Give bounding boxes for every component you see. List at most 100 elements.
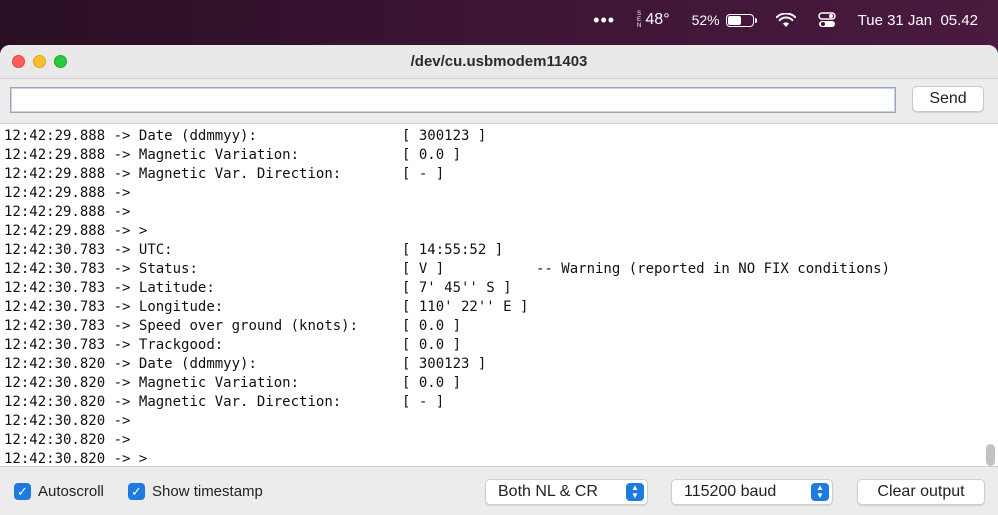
line-arrow: -> [113,204,131,220]
line-timestamp: 12:42:29.888 [4,147,106,163]
line-ending-select[interactable]: Both NL & CR ▲ ▼ [485,479,648,505]
output-line: 12:42:30.820 -> Magnetic Var. Direction:… [4,393,998,412]
line-label: Magnetic Variation: [138,375,300,391]
weather-widget[interactable]: S E N 48° [637,11,670,29]
line-timestamp: 12:42:30.783 [4,280,106,296]
line-note: -- Warning (reported in NO FIX condition… [536,261,891,277]
output-line: 12:42:30.820 -> Magnetic Variation: [ 0.0… [4,374,998,393]
message-input-wrapper [10,87,896,113]
output-line: 12:42:29.888 -> > [4,222,998,241]
serial-monitor-window: /dev/cu.usbmodem11403 Send 12:42:29.888 … [0,45,998,515]
battery-status[interactable]: 52% [692,12,757,28]
output-line: 12:42:29.888 -> [4,203,998,222]
line-timestamp: 12:42:29.888 [4,128,106,144]
line-arrow: -> [113,242,131,258]
line-arrow: -> [113,432,131,448]
output-line: 12:42:29.888 -> Magnetic Var. Direction:… [4,165,998,184]
line-arrow: -> [113,337,131,353]
output-line: 12:42:29.888 -> Magnetic Variation: [ 0.0… [4,146,998,165]
temperature: 48° [645,11,670,28]
output-line: 12:42:29.888 -> [4,184,998,203]
line-arrow: -> [113,128,131,144]
line-label: > [138,451,148,467]
line-timestamp: 12:42:29.888 [4,185,106,201]
line-timestamp: 12:42:30.820 [4,375,106,391]
show-timestamp-label: Show timestamp [152,483,263,500]
line-label: > [138,223,148,239]
line-arrow: -> [113,261,131,277]
line-value: [ 0.0 ] [402,147,462,163]
line-timestamp: 12:42:30.820 [4,394,106,410]
line-label: Date (ddmmyy): [138,356,257,372]
line-value: [ V ] [402,261,445,277]
line-arrow: -> [113,147,131,163]
wifi-icon[interactable] [775,12,796,28]
line-arrow: -> [113,166,131,182]
line-label: Trackgood: [138,337,224,353]
line-value: [ 7' 45'' S ] [402,280,512,296]
line-timestamp: 12:42:29.888 [4,223,106,239]
chevron-up-down-icon: ▲ ▼ [626,483,644,501]
autoscroll-checkbox[interactable]: ✓ Autoscroll [14,483,104,500]
line-arrow: -> [113,318,131,334]
ellipsis-icon[interactable]: ••• [593,10,615,31]
line-timestamp: 12:42:30.783 [4,242,106,258]
line-label: Date (ddmmyy): [138,128,257,144]
line-timestamp: 12:42:30.783 [4,318,106,334]
control-center-icon[interactable] [817,12,836,28]
line-arrow: -> [113,356,131,372]
line-label: Magnetic Var. Direction: [138,394,342,410]
output-line: 12:42:30.783 -> Speed over ground (knots… [4,317,998,336]
line-label: Speed over ground (knots): [138,318,359,334]
line-arrow: -> [113,451,131,467]
line-timestamp: 12:42:29.888 [4,204,106,220]
output-line: 12:42:29.888 -> Date (ddmmyy): [ 300123 ] [4,127,998,146]
footer-toolbar: ✓ Autoscroll ✓ Show timestamp Both NL & … [0,471,998,515]
line-label: UTC: [138,242,173,258]
line-timestamp: 12:42:30.820 [4,413,106,429]
clock[interactable]: Tue 31 Jan 05.42 [858,12,978,29]
line-label: Magnetic Var. Direction: [138,166,342,182]
line-timestamp: 12:42:30.820 [4,356,106,372]
output-line: 12:42:30.783 -> Status: [ V ] -- Warning (… [4,260,998,279]
baud-rate-select[interactable]: 115200 baud ▲ ▼ [671,479,833,505]
line-arrow: -> [113,185,131,201]
battery-icon [725,13,757,27]
output-line: 12:42:30.783 -> Longitude: [ 110' 22'' E … [4,298,998,317]
line-label: Latitude: [138,280,215,296]
chevron-up-down-icon: ▲ ▼ [811,483,829,501]
line-label: Longitude: [138,299,224,315]
window-title: /dev/cu.usbmodem11403 [410,53,588,70]
line-value: [ 0.0 ] [402,375,462,391]
wind-direction-icon: S E N [637,11,642,29]
output-lines: 12:42:29.888 -> Date (ddmmyy): [ 300123 ]… [0,124,998,467]
message-input[interactable] [10,87,896,113]
line-value: [ - ] [402,394,445,410]
checkmark-icon: ✓ [14,483,31,500]
output-line: 12:42:30.783 -> Latitude: [ 7' 45'' S ] [4,279,998,298]
serial-output[interactable]: 12:42:29.888 -> Date (ddmmyy): [ 300123 ]… [0,123,998,467]
line-value: [ - ] [402,166,445,182]
line-label: Status: [138,261,198,277]
line-arrow: -> [113,223,131,239]
line-value: [ 0.0 ] [402,337,462,353]
line-arrow: -> [113,394,131,410]
line-value: [ 300123 ] [402,356,487,372]
output-scrollbar[interactable] [986,444,995,466]
line-timestamp: 12:42:29.888 [4,166,106,182]
line-value: [ 14:55:52 ] [402,242,504,258]
line-value: [ 0.0 ] [402,318,462,334]
line-arrow: -> [113,299,131,315]
line-arrow: -> [113,413,131,429]
line-timestamp: 12:42:30.820 [4,451,106,467]
baud-rate-value: 115200 baud [684,483,777,500]
output-line: 12:42:30.820 -> [4,412,998,431]
clear-output-button[interactable]: Clear output [857,479,985,505]
output-line: 12:42:30.783 -> Trackgood: [ 0.0 ] [4,336,998,355]
line-arrow: -> [113,280,131,296]
send-button[interactable]: Send [912,86,984,112]
show-timestamp-checkbox[interactable]: ✓ Show timestamp [128,483,263,500]
menu-bar: ••• S E N 48° 52% Tue 31 Jan 05.42 [0,0,998,40]
line-timestamp: 12:42:30.783 [4,261,106,277]
output-line: 12:42:30.820 -> > [4,450,998,467]
